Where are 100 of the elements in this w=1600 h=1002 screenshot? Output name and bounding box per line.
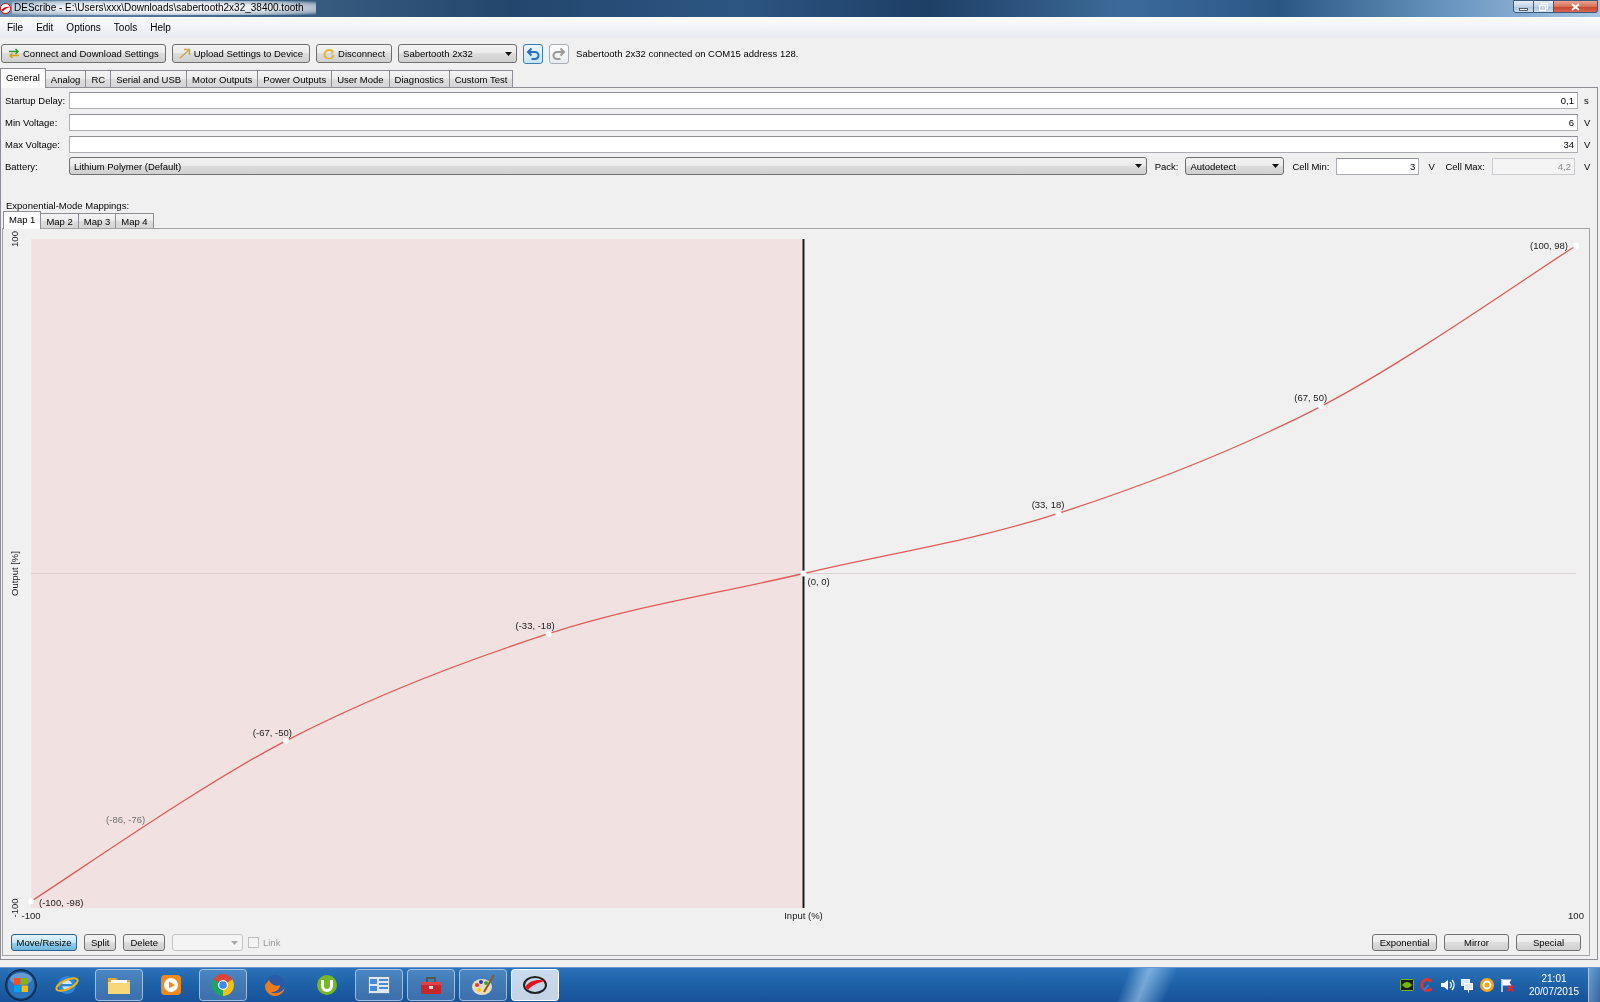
disconnect-button[interactable]: Disconnect: [316, 44, 393, 63]
play-icon[interactable]: [158, 972, 184, 998]
ring-icon[interactable]: [1479, 977, 1495, 993]
palette-icon[interactable]: [459, 969, 507, 1001]
restore-icon: [1539, 2, 1548, 11]
move-resize-button[interactable]: Move/Resize: [11, 934, 77, 951]
field-label: Pack:: [1154, 160, 1179, 172]
show-desktop-button[interactable]: [1588, 968, 1600, 1002]
unit-label: V: [1428, 160, 1436, 172]
circle-logo-icon[interactable]: [314, 972, 340, 998]
minimize-button[interactable]: [1513, 0, 1534, 13]
tab[interactable]: Custom Test: [448, 70, 514, 87]
cursor-position-label: (-86, -76): [106, 813, 146, 825]
restore-button[interactable]: [1534, 0, 1554, 13]
caret-icon: [230, 940, 238, 945]
point-label: (100, 98): [1529, 239, 1568, 251]
unit-label: V: [1584, 138, 1592, 150]
redo-icon: [552, 47, 567, 60]
value-field[interactable]: 0,1: [69, 91, 1578, 109]
point-marker[interactable]: [1573, 242, 1579, 249]
battery-dropdown[interactable]: Lithium Polymer (Default): [69, 157, 1147, 175]
window-panels-icon[interactable]: [355, 969, 403, 1001]
value-field[interactable]: 6: [69, 113, 1578, 131]
point-label: (67, 50): [1294, 392, 1328, 404]
minimize-icon: [1519, 7, 1528, 11]
section-label: Exponential-Mode Mappings:: [5, 199, 131, 211]
point-marker[interactable]: [282, 737, 289, 744]
point-marker[interactable]: [28, 898, 34, 905]
action-button[interactable]: Exponential: [1372, 934, 1437, 951]
menu-item[interactable]: File: [1, 20, 31, 35]
start-button[interactable]: [3, 968, 38, 1002]
caret-icon: [1134, 164, 1142, 168]
point-marker[interactable]: [545, 630, 552, 637]
split-button[interactable]: Split: [84, 934, 117, 951]
close-button[interactable]: [1554, 0, 1598, 13]
caret-icon: [505, 51, 513, 56]
tab[interactable]: Motor Outputs: [186, 70, 259, 87]
point-label: (33, 18): [1031, 499, 1065, 511]
close-icon: [1571, 2, 1580, 11]
point-label: (-100, -98): [39, 897, 84, 909]
point-marker[interactable]: [1055, 510, 1062, 517]
window-title: DEScribe - E:\Users\xxx\Downloads\sabertooth2x32_38400.tooth: [12, 1, 316, 15]
flag-icon[interactable]: [1499, 977, 1515, 993]
caret-icon: [1272, 164, 1280, 168]
device-dropdown[interactable]: Sabertooth 2x32: [398, 44, 518, 63]
field-label: Max Voltage:: [5, 138, 61, 150]
circular-arrow-icon: [323, 48, 336, 59]
field-label: Cell Min:: [1292, 160, 1330, 172]
tab[interactable]: Analog: [44, 70, 87, 87]
field-label: Battery:: [5, 160, 39, 172]
axis-tick-label: 100: [1568, 910, 1584, 921]
value-field[interactable]: 34: [69, 135, 1578, 153]
undo-button[interactable]: [523, 43, 544, 64]
unit-label: V: [1584, 160, 1592, 172]
tab[interactable]: General: [0, 68, 46, 88]
tab[interactable]: Serial and USB: [110, 70, 188, 87]
chip-icon[interactable]: [1399, 977, 1415, 993]
tab[interactable]: User Mode: [331, 70, 390, 87]
action-button[interactable]: Mirror: [1444, 934, 1509, 951]
axis-tick-label: 100: [9, 231, 20, 247]
field-label: Cell Max:: [1445, 160, 1485, 172]
axis-tick-label: -100: [9, 898, 20, 918]
clock-date: 20/07/2015: [1528, 985, 1580, 998]
status-text: Sabertooth 2x32 connected on COM15 address 128.: [576, 48, 799, 59]
folder-icon[interactable]: [95, 969, 143, 1001]
menu-item[interactable]: Tools: [107, 20, 145, 35]
unit-label: s: [1584, 94, 1590, 106]
checkbox-label: Link: [262, 937, 281, 948]
menu-item[interactable]: Edit: [30, 20, 61, 35]
arrow-icon: [178, 48, 191, 59]
x-axis-label: Input (%): [784, 910, 823, 921]
upload-button[interactable]: Upload Settings to Device: [171, 44, 311, 63]
map-tab[interactable]: Map 4: [115, 213, 154, 228]
value-field[interactable]: 3: [1336, 157, 1420, 175]
swoosh-logo-icon[interactable]: [511, 969, 559, 1001]
toolbox-icon[interactable]: [407, 969, 455, 1001]
point-marker[interactable]: [800, 570, 807, 577]
speaker-icon[interactable]: [1439, 977, 1455, 993]
connect-button[interactable]: Connect and Download Settings: [1, 44, 166, 63]
map-tab[interactable]: Map 1: [3, 211, 42, 229]
map-tab[interactable]: Map 2: [40, 213, 79, 228]
field-label: Startup Delay:: [5, 94, 67, 106]
clock-time: 21:01: [1541, 972, 1567, 985]
point-marker[interactable]: [1318, 403, 1325, 410]
point-label: (0, 0): [807, 575, 830, 587]
y-axis-label: Output [%]: [9, 551, 20, 596]
network-icon[interactable]: [1459, 977, 1475, 993]
tab[interactable]: Power Outputs: [257, 70, 333, 87]
swirl-globe-icon[interactable]: [262, 972, 288, 998]
arrows-icon: [8, 48, 20, 59]
point-label: (-67, -50): [252, 726, 292, 738]
field-label: Min Voltage:: [5, 116, 59, 128]
app-logo-icon: [0, 3, 11, 14]
tab[interactable]: Diagnostics: [388, 70, 450, 87]
menu-item[interactable]: Options: [60, 20, 108, 35]
action-button[interactable]: Special: [1516, 934, 1581, 951]
pack-dropdown[interactable]: Autodetect: [1185, 157, 1285, 175]
menu-item[interactable]: Help: [144, 20, 178, 35]
tab[interactable]: RC: [85, 70, 112, 87]
delete-button[interactable]: Delete: [123, 934, 165, 951]
